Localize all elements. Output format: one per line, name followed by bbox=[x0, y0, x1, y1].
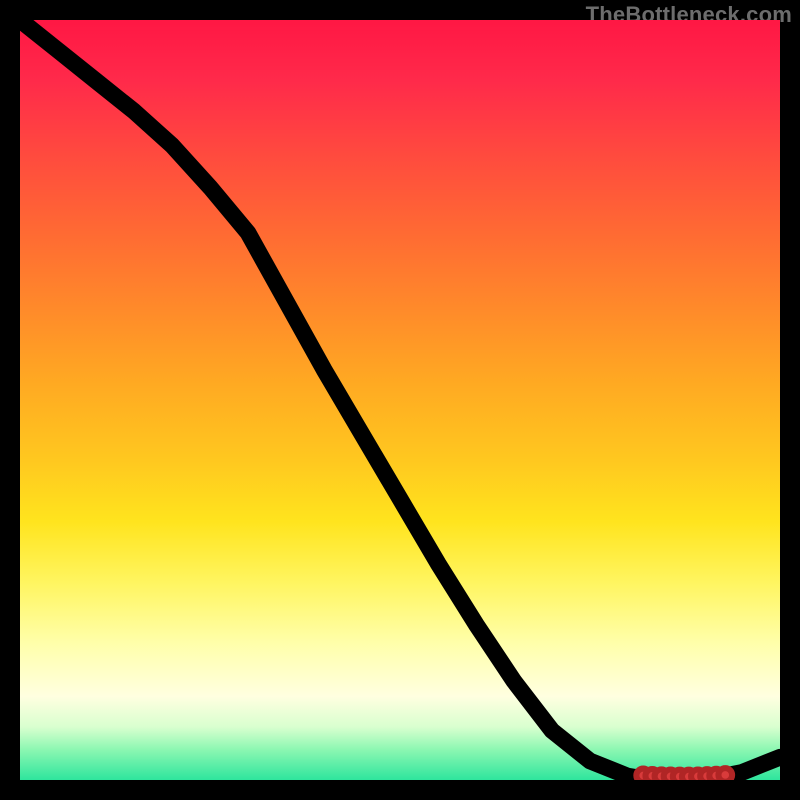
plot-svg bbox=[20, 20, 780, 780]
series-line bbox=[20, 20, 780, 779]
plot-area bbox=[20, 20, 780, 780]
chart-frame: TheBottleneck.com bbox=[0, 0, 800, 800]
marker-cluster bbox=[636, 768, 732, 780]
marker-dot bbox=[718, 768, 732, 780]
